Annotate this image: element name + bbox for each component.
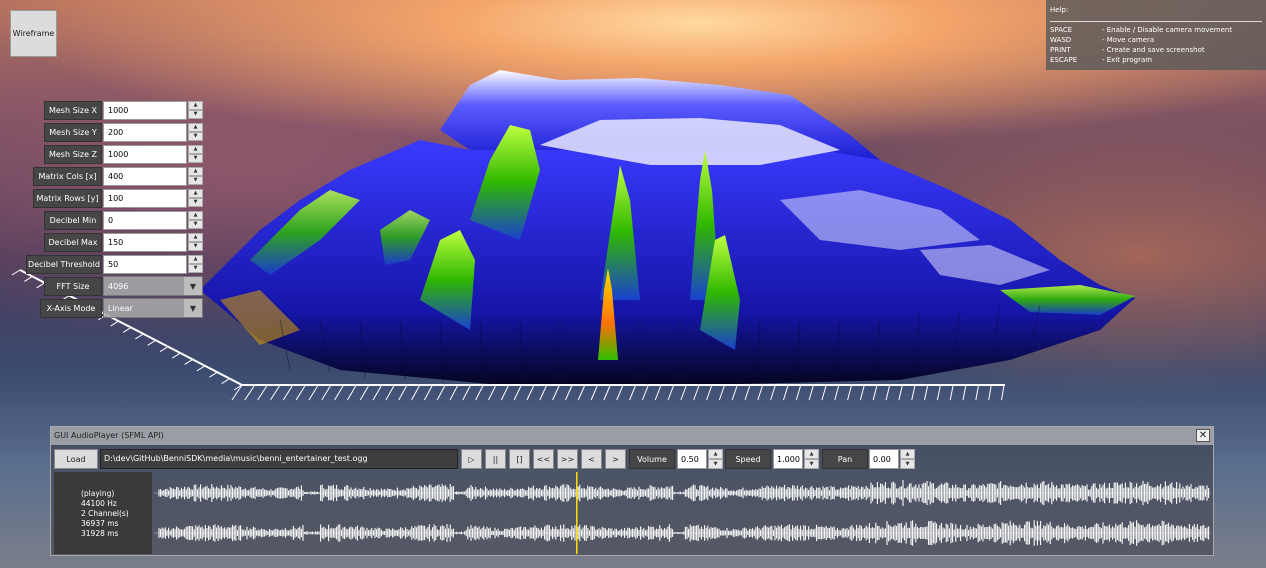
audio-player-window: GUI AudioPlayer (SFML API) ✕ Load D:\dev… (50, 426, 1214, 556)
help-item: WASD - Move camera (1050, 36, 1155, 44)
decibel-min-spinner[interactable]: ▲ ▼ (188, 210, 203, 230)
spin-down-icon[interactable]: ▼ (188, 131, 203, 141)
help-title: Help: (1050, 6, 1069, 14)
mesh-size-y-spinner[interactable]: ▲ ▼ (188, 122, 203, 142)
spin-down-icon[interactable]: ▼ (900, 459, 915, 469)
next-icon[interactable]: > (605, 449, 626, 469)
decibel-threshold-spinner[interactable]: ▲ ▼ (188, 254, 203, 274)
rewind-icon[interactable]: << (533, 449, 554, 469)
help-divider (1050, 21, 1262, 22)
stop-icon[interactable]: [] (509, 449, 530, 469)
spin-down-icon[interactable]: ▼ (188, 153, 203, 163)
spectrum-mesh (200, 70, 1135, 385)
mesh-size-z-label: Mesh Size Z (44, 144, 102, 164)
spin-down-icon[interactable]: ▼ (804, 459, 819, 469)
fft-size-label: FFT Size (44, 276, 102, 296)
spin-down-icon[interactable]: ▼ (708, 459, 723, 469)
load-button[interactable]: Load (54, 449, 98, 469)
spin-down-icon[interactable]: ▼ (188, 175, 203, 185)
mesh-size-x-input[interactable]: 1000 (103, 100, 187, 120)
mesh-size-z-spinner[interactable]: ▲ ▼ (188, 144, 203, 164)
spin-up-icon[interactable]: ▲ (188, 188, 203, 198)
chevron-down-icon[interactable]: ▼ (184, 299, 202, 317)
spin-down-icon[interactable]: ▼ (188, 197, 203, 207)
spin-up-icon[interactable]: ▲ (188, 144, 203, 154)
spin-up-icon[interactable]: ▲ (804, 449, 819, 459)
matrix-rows-input[interactable]: 100 (103, 188, 187, 208)
spin-up-icon[interactable]: ▲ (900, 449, 915, 459)
spin-up-icon[interactable]: ▲ (188, 210, 203, 220)
speed-label: Speed (725, 449, 771, 469)
playback-position: 31928 ms (81, 529, 119, 538)
spin-down-icon[interactable]: ▼ (188, 241, 203, 251)
mesh-size-y-input[interactable]: 200 (103, 122, 187, 142)
spin-up-icon[interactable]: ▲ (188, 232, 203, 242)
spin-up-icon[interactable]: ▲ (188, 254, 203, 264)
fft-size-value: 4096 (108, 281, 129, 291)
file-path-field[interactable]: D:\dev\GitHub\BenniSDK\media\music\benni… (100, 449, 458, 469)
spin-up-icon[interactable]: ▲ (708, 449, 723, 459)
pan-label: Pan (822, 449, 868, 469)
spin-up-icon[interactable]: ▲ (188, 166, 203, 176)
pan-input[interactable]: 0.00 (869, 449, 899, 469)
help-item: SPACE - Enable / Disable camera movement (1050, 26, 1233, 34)
decibel-threshold-input[interactable]: 50 (103, 254, 187, 274)
audio-player-title[interactable]: GUI AudioPlayer (SFML API) (51, 427, 1213, 445)
previous-icon[interactable]: < (581, 449, 602, 469)
help-item: ESCAPE - Exit program (1050, 56, 1153, 64)
decibel-max-spinner[interactable]: ▲ ▼ (188, 232, 203, 252)
playback-state: (playing) (81, 489, 115, 498)
x-axis-mode-value: Linear (108, 303, 133, 313)
mesh-size-y-label: Mesh Size Y (44, 122, 102, 142)
speed-input[interactable]: 1.000 (773, 449, 803, 469)
pause-icon[interactable]: || (485, 449, 506, 469)
wireframe-button[interactable]: Wireframe (10, 10, 57, 57)
fast-forward-icon[interactable]: >> (557, 449, 578, 469)
x-axis-mode-label: X-Axis Mode (40, 298, 102, 318)
volume-spinner[interactable]: ▲ ▼ (708, 449, 723, 469)
close-icon[interactable]: ✕ (1196, 429, 1210, 442)
matrix-cols-spinner[interactable]: ▲ ▼ (188, 166, 203, 186)
help-item: PRINT - Create and save screenshot (1050, 46, 1205, 54)
matrix-rows-label: Matrix Rows [y] (33, 188, 102, 208)
spin-down-icon[interactable]: ▼ (188, 109, 203, 119)
mesh-size-x-label: Mesh Size X (44, 100, 102, 120)
spin-down-icon[interactable]: ▼ (188, 263, 203, 273)
pan-spinner[interactable]: ▲ ▼ (900, 449, 915, 469)
spin-up-icon[interactable]: ▲ (188, 122, 203, 132)
mesh-size-x-spinner[interactable]: ▲ ▼ (188, 100, 203, 120)
matrix-rows-spinner[interactable]: ▲ ▼ (188, 188, 203, 208)
volume-input[interactable]: 0.50 (677, 449, 707, 469)
spin-up-icon[interactable]: ▲ (188, 100, 203, 110)
volume-label: Volume (629, 449, 675, 469)
play-icon[interactable]: ▷ (461, 449, 482, 469)
decibel-max-input[interactable]: 150 (103, 232, 187, 252)
audio-info-box: (playing) 44100 Hz 2 Channel(s) 36937 ms… (54, 472, 152, 554)
matrix-cols-label: Matrix Cols [x] (33, 166, 102, 186)
mesh-size-z-input[interactable]: 1000 (103, 144, 187, 164)
decibel-min-input[interactable]: 0 (103, 210, 187, 230)
sample-rate: 44100 Hz (81, 499, 117, 508)
decibel-min-label: Decibel Min (44, 210, 102, 230)
matrix-cols-input[interactable]: 400 (103, 166, 187, 186)
fft-size-select[interactable]: 4096 ▼ (103, 276, 203, 296)
help-panel: Help: SPACE - Enable / Disable camera mov… (1046, 0, 1266, 70)
decibel-max-label: Decibel Max (44, 232, 102, 252)
chevron-down-icon[interactable]: ▼ (184, 277, 202, 295)
duration: 36937 ms (81, 519, 119, 528)
spin-down-icon[interactable]: ▼ (188, 219, 203, 229)
channel-count: 2 Channel(s) (81, 509, 129, 518)
decibel-threshold-label: Decibel Threshold (26, 254, 102, 274)
waveform-display[interactable] (154, 472, 1211, 554)
x-axis-mode-select[interactable]: Linear ▼ (103, 298, 203, 318)
speed-spinner[interactable]: ▲ ▼ (804, 449, 819, 469)
